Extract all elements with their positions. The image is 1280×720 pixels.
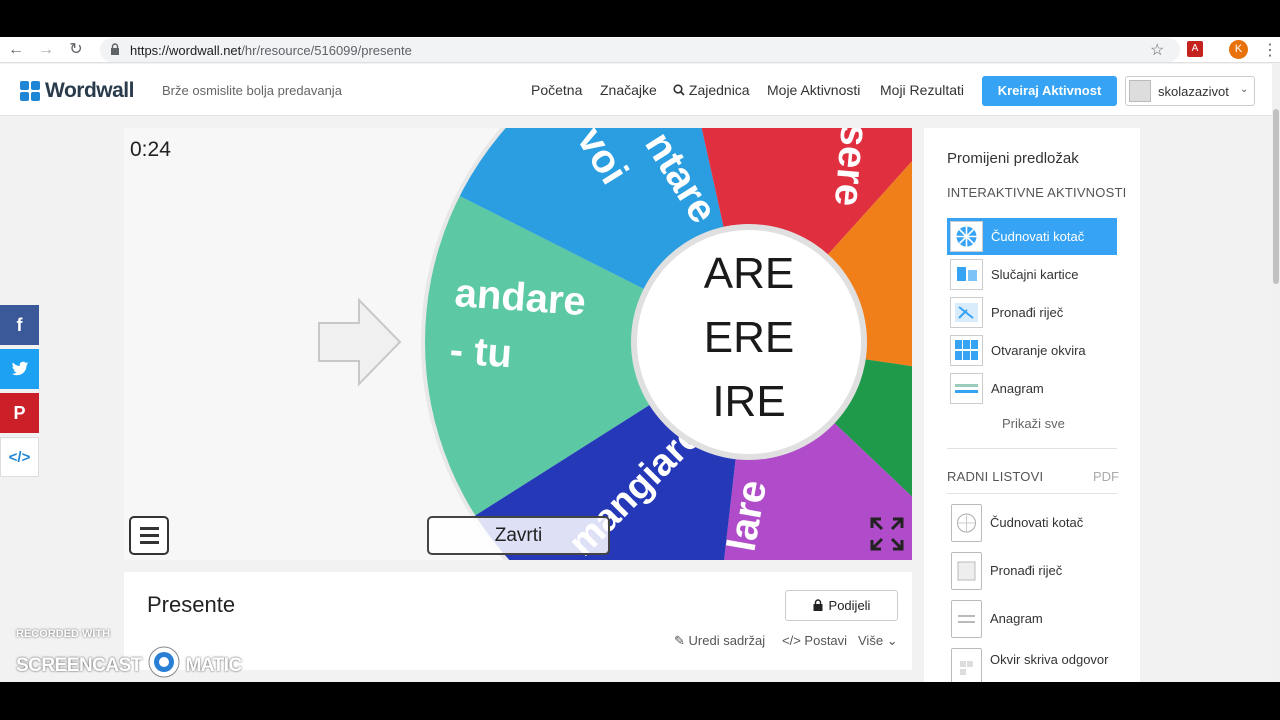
activity-info-panel: Presente Podijeli ✎ Uredi sadržaj </> Po… [124,572,912,670]
worksheet-icon [951,600,982,638]
pinterest-icon: P [13,403,26,423]
hamburger-menu-button[interactable] [129,516,169,555]
arrow-right-icon [318,297,402,387]
fullscreen-icon[interactable] [870,517,904,551]
code-icon: </> [782,633,801,648]
logo-icon [20,81,40,101]
site-header: Wordwall Brže osmislite bolja predavanja… [0,64,1272,116]
segment-label-andare-1: andare [453,271,587,324]
more-dropdown[interactable]: Više ⌄ [858,633,898,649]
template-sidebar: Promijeni predložak INTERAKTIVNE AKTIVNO… [924,128,1140,682]
twitter-icon [11,361,28,376]
activity-title: Presente [147,592,236,617]
worksheets-heading: RADNI LISTOVI [947,469,1044,484]
chevron-down-icon: ⌄ [886,633,898,648]
worksheet-icon [951,648,982,682]
sidebar-title: Promijeni predložak [947,150,1079,167]
worksheet-word-search[interactable]: Pronađi riječ [947,552,1117,592]
interactive-heading: INTERAKTIVNE AKTIVNOSTI [947,185,1127,200]
browser-toolbar: ← → ↻ https://wordwall.net/hr/resource/5… [0,37,1280,63]
nav-community[interactable]: Zajednica [673,82,750,98]
lock-icon [813,599,823,611]
nav-my-results[interactable]: Moji Rezultati [880,82,964,98]
divider [947,448,1117,449]
show-all-link[interactable]: Prikaži sve [1002,416,1065,431]
screencast-watermark: SCREENCAST MATIC [16,645,242,679]
boxes-icon [950,335,983,366]
hub-line-are: ARE [703,249,795,298]
timer: 0:24 [130,138,171,161]
nav-my-activities[interactable]: Moje Aktivnosti [767,82,860,98]
pdf-label: PDF [1093,469,1119,484]
search-icon [673,84,685,96]
url-text: https://wordwall.net/hr/resource/516099/… [130,43,412,58]
hub-line-ere: ERE [703,313,795,362]
worksheet-box-hides-answer[interactable]: Okvir skriva odgovor [947,648,1117,682]
video-letterbox-bottom [0,682,1280,720]
worksheet-anagram[interactable]: Anagram [947,600,1117,640]
chevron-down-icon: ⌄ [1240,84,1249,95]
divider [947,493,1117,494]
forward-icon[interactable]: → [36,40,56,60]
embed-link[interactable]: </> Postavi [782,633,847,648]
segment-label-andare-2: - tu [448,328,513,376]
worksheet-wheel[interactable]: Čudnovati kotač [947,504,1117,544]
facebook-share-button[interactable]: f [0,305,39,345]
address-bar[interactable]: https://wordwall.net/hr/resource/516099/… [100,38,1180,62]
profile-avatar[interactable]: K [1229,40,1248,59]
wordwall-logo[interactable]: Wordwall [20,79,134,103]
username: skolazazivot [1158,84,1229,99]
template-word-search[interactable]: Pronađi riječ [947,294,1117,331]
screencast-logo-icon [148,646,180,678]
template-random-cards[interactable]: Slučajni kartice [947,256,1117,293]
reload-icon[interactable]: ↻ [66,40,86,60]
nav-home[interactable]: Početna [531,82,582,98]
pdf-extension-icon[interactable]: A [1187,41,1203,57]
worksheet-icon [951,552,982,590]
back-icon[interactable]: ← [6,40,26,60]
bookmark-star-icon[interactable]: ☆ [1150,40,1164,60]
video-letterbox-top [0,0,1280,37]
wheel-icon [950,221,983,252]
anagram-icon [950,373,983,404]
hub-line-ire: IRE [712,377,786,426]
browser-window: ← → ↻ https://wordwall.net/hr/resource/5… [0,37,1280,682]
share-button[interactable]: Podijeli [785,590,898,621]
scrollbar-thumb[interactable] [1273,109,1279,284]
pencil-icon: ✎ [674,633,685,648]
spin-button[interactable]: Zavrti [427,516,610,555]
pinterest-share-button[interactable]: P [0,393,39,433]
embed-icon: </> [8,449,31,466]
cards-icon [950,259,983,290]
create-activity-button[interactable]: Kreiraj Aktivnost [982,76,1117,106]
worksheet-icon [951,504,982,542]
tagline: Brže osmislite bolja predavanja [162,83,342,98]
template-open-box[interactable]: Otvaranje okvira [947,332,1117,369]
template-anagram[interactable]: Anagram [947,370,1117,407]
twitter-share-button[interactable] [0,349,39,389]
avatar [1129,80,1151,102]
menu-dots-icon[interactable]: ⋮ [1262,40,1278,60]
template-wheel[interactable]: Čudnovati kotač [947,218,1117,255]
edit-content-link[interactable]: ✎ Uredi sadržaj [674,633,765,649]
lock-icon [111,43,119,55]
nav-features[interactable]: Značajke [600,82,657,98]
facebook-icon: f [16,315,23,335]
segment-label-essere: sere [826,128,877,208]
screencast-watermark-top: RECORDED WITH [16,628,111,640]
wheel-game-area[interactable]: andare - tu ntare voi sere mangiare lare… [124,128,912,560]
user-menu[interactable]: skolazazivot ⌄ [1125,76,1255,106]
word-search-icon [950,297,983,328]
page-scrollbar[interactable] [1272,64,1280,682]
embed-share-button[interactable]: </> [0,437,39,477]
